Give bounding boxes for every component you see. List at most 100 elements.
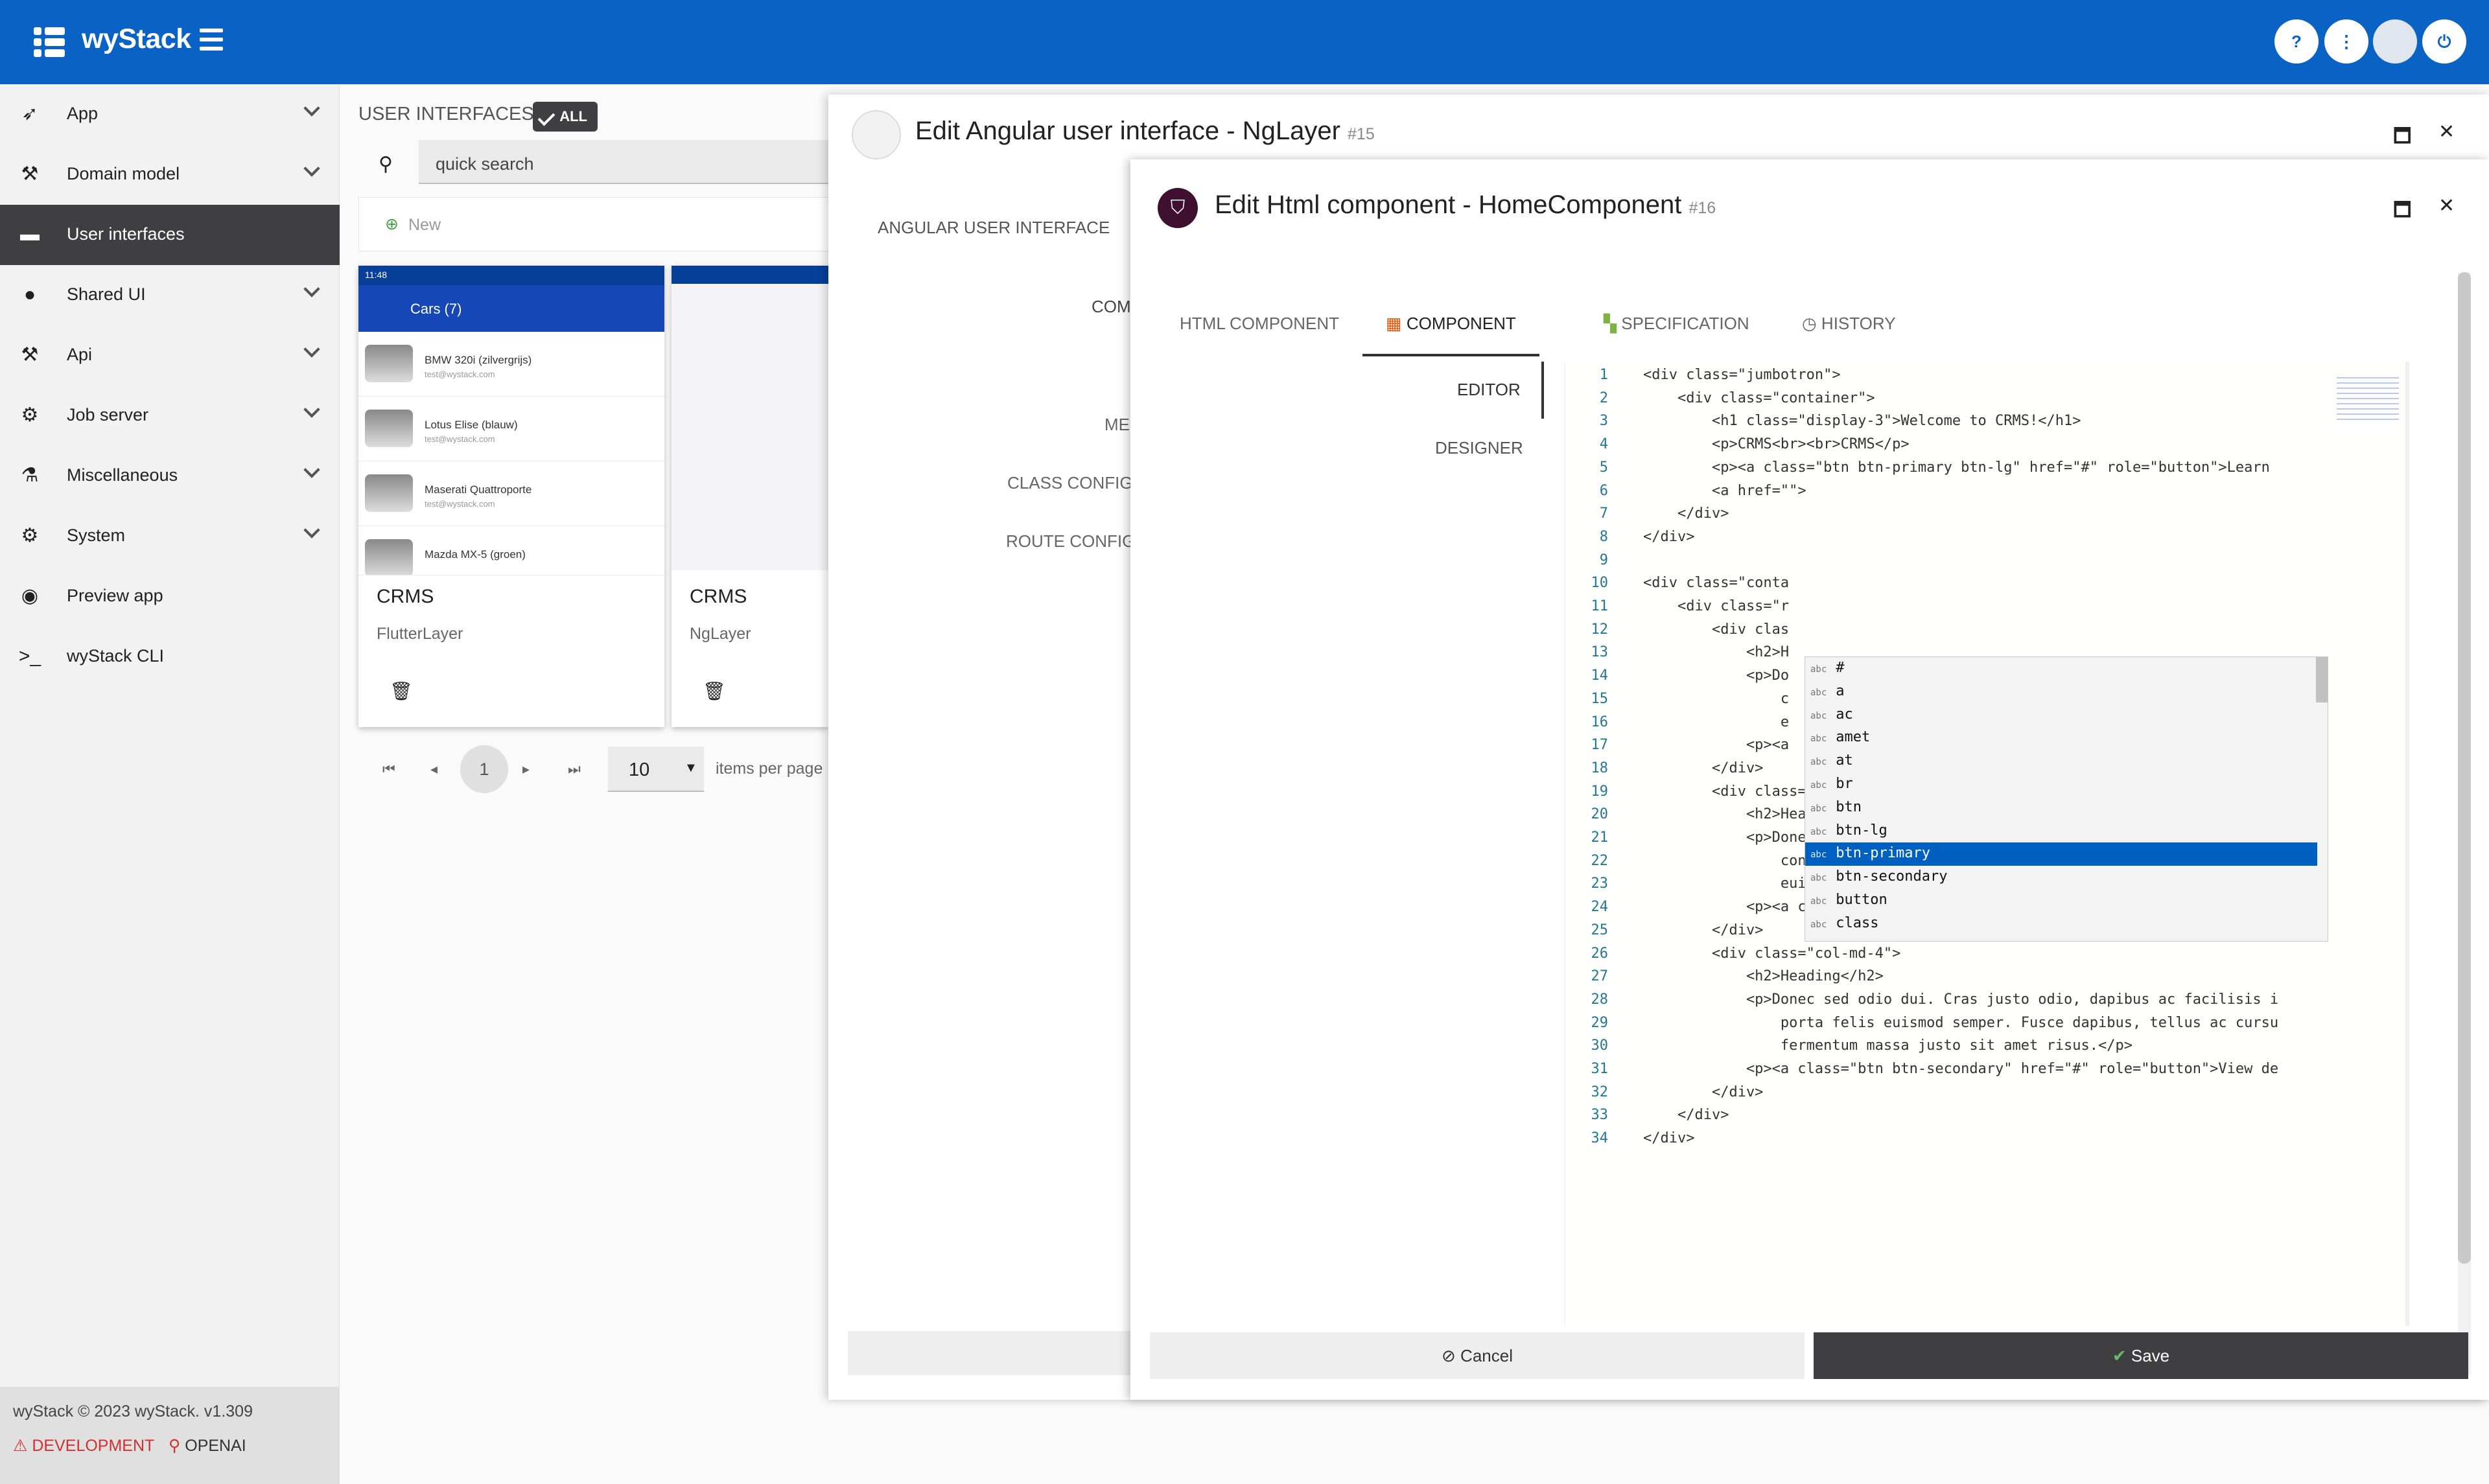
minimap[interactable] — [2337, 373, 2399, 420]
check-icon: ✔ — [2112, 1346, 2127, 1365]
cancel-button[interactable]: ⊘ Cancel — [1150, 1332, 1805, 1379]
sidebar-item-app[interactable]: ➶ App — [0, 84, 340, 145]
sidebar-item-job-server[interactable]: ⚙ Job server — [0, 386, 340, 446]
sidebar-item-label: App — [67, 104, 99, 123]
code-line: c — [1643, 690, 1790, 707]
code-line: <p>Donec sed odio dui. Cras justo odio, … — [1643, 991, 2279, 1008]
suggestion-item[interactable]: abc at — [1805, 750, 2317, 773]
tab-component[interactable]: ▦ COMPONENT — [1362, 293, 1539, 356]
car-image — [365, 474, 413, 512]
tab-history[interactable]: ◷ HISTORY — [1779, 293, 1919, 356]
first-page-icon[interactable]: ⏮ — [382, 761, 395, 778]
hammer-icon: ⚒ — [21, 344, 39, 365]
sidebar-item-miscellaneous[interactable]: ⚗ Miscellaneous — [0, 446, 340, 506]
close-icon[interactable]: ✕ — [2438, 121, 2455, 143]
more-vertical-icon[interactable]: ⋮ — [2324, 19, 2368, 64]
search-input[interactable]: quick search — [419, 140, 834, 184]
last-page-icon[interactable]: ⏭ — [568, 761, 581, 778]
ui-card-ng[interactable]: CRMS NgLayer 🗑 — [672, 266, 828, 727]
suggestion-label: # — [1836, 660, 1845, 676]
chevron-down-icon — [303, 341, 320, 358]
per-page-select[interactable]: 10 ▼ — [608, 747, 704, 792]
avatar[interactable] — [2373, 19, 2417, 64]
field-label: ROUTE CONFIGU — [1006, 531, 1148, 551]
sidebar-item-user-interfaces[interactable]: ▬ User interfaces — [0, 205, 340, 265]
tab-designer[interactable]: DESIGNER — [1435, 438, 1523, 458]
suggestion-item[interactable]: abc amet — [1805, 726, 2317, 750]
page-number[interactable]: 1 — [460, 745, 508, 793]
prev-page-icon[interactable]: ◂ — [430, 761, 438, 778]
car-name: Maserati Quattroporte — [425, 483, 532, 496]
rocket-icon: ➶ — [21, 103, 38, 124]
angular-icon — [852, 110, 901, 159]
sidebar-item-api[interactable]: ⚒ Api — [0, 325, 340, 386]
sidebar: ➶ App ⚒ Domain model ▬ User interfaces ● Sha… — [0, 84, 340, 1484]
chevron-down-icon — [303, 461, 320, 478]
code-line: fermentum massa justo sit amet risus.</p… — [1643, 1038, 2133, 1054]
scrollbar-thumb[interactable] — [2458, 272, 2471, 1264]
maximize-icon[interactable]: 🗖 — [2393, 196, 2412, 229]
tab-editor[interactable]: EDITOR — [1457, 380, 1521, 400]
trash-icon[interactable]: 🗑 — [703, 680, 726, 702]
help-icon[interactable]: ? — [2274, 19, 2319, 64]
suggestion-item[interactable]: abc btn-primary — [1805, 842, 2317, 866]
line-number: 8 — [1599, 528, 1608, 545]
suggestion-item[interactable]: abc btn — [1805, 796, 2317, 820]
phone-status-bar: 11:48 — [358, 266, 664, 285]
filter-chip-all[interactable]: ALL — [533, 102, 598, 132]
line-number: 7 — [1599, 505, 1608, 522]
dialog-title-text: Edit Html component - HomeComponent — [1215, 191, 1682, 219]
sidebar-item-label: Domain model — [67, 164, 180, 183]
caret-down-icon: ▼ — [684, 761, 697, 775]
line-number: 30 — [1591, 1038, 1609, 1054]
suggestion-item[interactable]: abc button — [1805, 889, 2317, 912]
code-line: </div> — [1643, 528, 1695, 545]
save-button[interactable]: ✔ Save — [1814, 1332, 2468, 1379]
close-icon[interactable]: ✕ — [2438, 194, 2455, 217]
chevron-down-icon — [303, 160, 320, 177]
new-button[interactable]: New — [408, 216, 441, 235]
next-page-icon[interactable]: ▸ — [522, 761, 530, 778]
suggestion-item[interactable]: abc class — [1805, 912, 2317, 936]
dialog-scrollbar[interactable] — [2458, 272, 2471, 1375]
save-label: Save — [2131, 1346, 2170, 1365]
list-icon[interactable] — [34, 27, 65, 57]
dialog-title-text: Edit Angular user interface - NgLayer — [915, 117, 1340, 145]
suggestion-kind: abc — [1810, 873, 1827, 884]
menu-icon[interactable] — [200, 29, 223, 52]
editor-scrollbar[interactable] — [2405, 362, 2409, 1326]
line-number: 2 — [1599, 389, 1608, 406]
suggestion-item[interactable]: abc br — [1805, 773, 2317, 796]
suggest-scrollbar[interactable] — [2316, 657, 2328, 702]
tab-specification[interactable]: ▚ SPECIFICATION — [1580, 293, 1773, 356]
code-line: <p><a — [1643, 737, 1790, 754]
suggestion-item[interactable]: abc ac — [1805, 704, 2317, 727]
line-number: 19 — [1591, 783, 1609, 800]
code-line: <div class="col-md-4"> — [1643, 945, 1901, 962]
sidebar-item-wystack-cli[interactable]: >_ wyStack CLI — [0, 627, 340, 687]
sidebar-item-shared-ui[interactable]: ● Shared UI — [0, 265, 340, 325]
line-number: 29 — [1591, 1014, 1609, 1031]
chevron-down-icon — [303, 100, 320, 117]
suggestion-item[interactable]: abc btn-secondary — [1805, 866, 2317, 889]
power-icon[interactable]: ⏻ — [2422, 19, 2466, 64]
autocomplete-popup[interactable]: abc # abc a abc ac abc amet abc at abc br abc btn abc b… — [1805, 656, 2328, 942]
sidebar-item-system[interactable]: ⚙ System — [0, 506, 340, 566]
ui-card-flutter[interactable]: 11:48 Cars (7) BMW 320i (zilvergrijs) tes… — [358, 266, 664, 727]
code-line: <h1 class="display-3">Welcome to CRMS!</… — [1643, 413, 2081, 430]
maximize-icon[interactable]: 🗖 — [2393, 122, 2412, 155]
suggestion-item[interactable]: abc btn-lg — [1805, 820, 2317, 843]
suggestion-item[interactable]: abc # — [1805, 657, 2317, 680]
dialog-footer-button[interactable] — [848, 1331, 1133, 1375]
dialog-title: Edit Angular user interface - NgLayer #1… — [915, 117, 1375, 146]
suggestion-item[interactable]: abc a — [1805, 680, 2317, 704]
code-line: <p>CRMS<br><br>CRMS</p> — [1643, 436, 1910, 453]
tab-html-component[interactable]: HTML COMPONENT — [1156, 293, 1362, 356]
sidebar-item-domain-model[interactable]: ⚒ Domain model — [0, 145, 340, 205]
code-line: <p><a class="btn btn-secondary" href="#"… — [1643, 1061, 2279, 1077]
trash-icon[interactable]: 🗑 — [390, 680, 413, 702]
line-number: 15 — [1591, 690, 1609, 707]
suggestion-kind: abc — [1810, 710, 1827, 721]
sidebar-item-preview-app[interactable]: ◉ Preview app — [0, 566, 340, 627]
section-tab[interactable]: ANGULAR USER INTERFACE — [878, 218, 1110, 238]
